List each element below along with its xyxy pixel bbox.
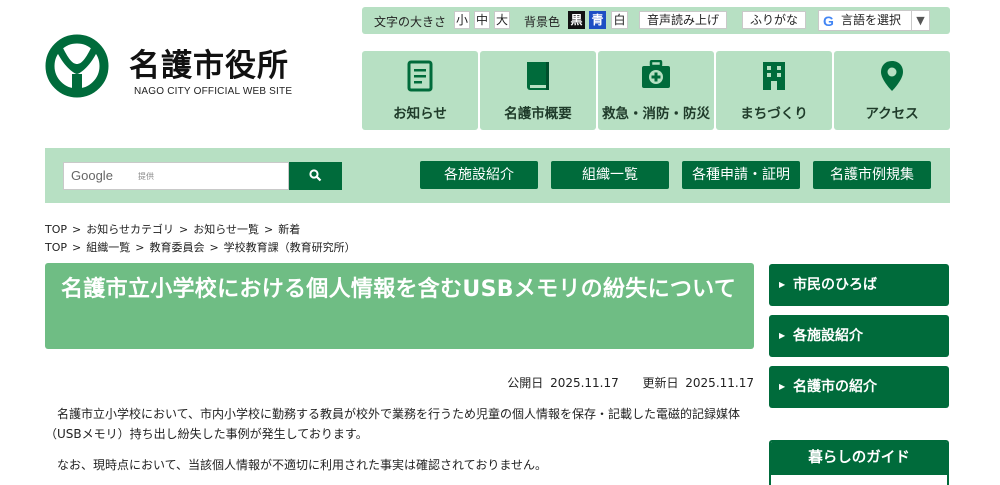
updated-label: 更新日 bbox=[642, 376, 679, 390]
site-title: 名護市役所 bbox=[129, 48, 289, 84]
nav-item-label: 救急・消防・防災 bbox=[602, 106, 710, 122]
breadcrumb-link[interactable]: 学校教育課（教育研究所） bbox=[224, 241, 356, 254]
breadcrumb-link[interactable]: 組織一覧 bbox=[86, 241, 130, 254]
breadcrumb-separator: > bbox=[209, 241, 219, 254]
sidebar-city-intro-button[interactable]: ▶ 名護市の紹介 bbox=[769, 366, 949, 408]
bg-color-label: 背景色 bbox=[524, 15, 561, 29]
nav-item-label: まちづくり bbox=[740, 106, 808, 122]
breadcrumb: TOP > お知らせカテゴリ > お知らせ一覧 > 新着 bbox=[45, 221, 300, 237]
map-pin-icon bbox=[881, 61, 903, 91]
first-aid-icon bbox=[642, 60, 670, 88]
google-g-icon: G bbox=[823, 13, 834, 29]
nav-item-label: 名護市概要 bbox=[504, 106, 572, 122]
nav-item-town-planning[interactable]: まちづくり bbox=[716, 51, 832, 130]
nav-item-news[interactable]: お知らせ bbox=[362, 51, 478, 130]
font-size-label: 文字の大きさ bbox=[374, 15, 447, 29]
nav-item-emergency[interactable]: 救急・消防・防災 bbox=[598, 51, 714, 130]
nav-item-label: お知らせ bbox=[393, 106, 447, 122]
breadcrumb-current: 新着 bbox=[278, 223, 301, 236]
bg-black-button[interactable]: 黒 bbox=[568, 11, 585, 29]
article-paragraph: 名護市立小学校において、市内小学校に勤務する教員が校外で業務を行うため児童の個人… bbox=[45, 407, 741, 441]
site-subtitle: NAGO CITY OFFICIAL WEB SITE bbox=[134, 86, 293, 97]
search-icon bbox=[309, 169, 322, 182]
translate-select[interactable]: G 言語を選択 ▼ bbox=[818, 10, 930, 31]
breadcrumb: TOP > 組織一覧 > 教育委員会 > 学校教育課（教育研究所） bbox=[45, 239, 356, 255]
chevron-down-icon: ▼ bbox=[911, 11, 929, 30]
updated-date: 2025.11.17 bbox=[685, 376, 754, 390]
living-guide-title: 暮らしのガイド bbox=[771, 442, 947, 475]
published-date: 2025.11.17 bbox=[550, 376, 619, 390]
breadcrumb-separator: > bbox=[72, 241, 82, 254]
breadcrumb-link[interactable]: 教育委員会 bbox=[149, 241, 204, 254]
book-icon bbox=[527, 62, 549, 90]
city-emblem-icon bbox=[45, 34, 109, 98]
bg-white-button[interactable]: 白 bbox=[611, 11, 628, 29]
triangle-right-icon: ▶ bbox=[779, 331, 786, 340]
font-size-large-button[interactable]: 大 bbox=[494, 11, 510, 29]
google-brand: Google bbox=[71, 168, 113, 183]
sidebar-button-label: 名護市の紹介 bbox=[793, 379, 877, 395]
nav-item-label: アクセス bbox=[865, 106, 919, 122]
sidebar-button-label: 各施設紹介 bbox=[793, 328, 863, 344]
published-label: 公開日 bbox=[507, 376, 544, 390]
page-title: 名護市立小学校における個人情報を含むUSBメモリの紛失について bbox=[61, 277, 737, 302]
triangle-right-icon: ▶ bbox=[779, 280, 786, 289]
building-icon bbox=[763, 62, 785, 90]
document-icon bbox=[407, 60, 433, 92]
applications-button[interactable]: 各種申請・証明 bbox=[682, 161, 800, 189]
nav-item-overview[interactable]: 名護市概要 bbox=[480, 51, 596, 130]
search-band: Google 提供 各施設紹介 組織一覧 各種申請・証明 名護市例規集 bbox=[45, 148, 950, 203]
breadcrumb-link[interactable]: お知らせカテゴリ bbox=[86, 223, 174, 236]
sidebar-button-label: 市民のひろば bbox=[793, 277, 877, 293]
city-ordinances-button[interactable]: 名護市例規集 bbox=[813, 161, 931, 189]
utility-bar: 文字の大きさ 小 中 大 背景色 黒 青 白 音声読み上げ ふりがな G 言語を… bbox=[362, 7, 950, 34]
organization-list-button[interactable]: 組織一覧 bbox=[551, 161, 669, 189]
font-size-medium-button[interactable]: 中 bbox=[474, 11, 490, 29]
breadcrumb-link[interactable]: お知らせ一覧 bbox=[193, 223, 259, 236]
article-dates: 公開日 2025.11.17 更新日 2025.11.17 bbox=[504, 374, 754, 391]
article-paragraph: なお、現時点において、当該個人情報が不適切に利用された事実は確認されておりません… bbox=[57, 458, 547, 472]
bg-blue-button[interactable]: 青 bbox=[589, 11, 606, 29]
sidebar-citizens-plaza-button[interactable]: ▶ 市民のひろば bbox=[769, 264, 949, 306]
breadcrumb-separator: > bbox=[264, 223, 274, 236]
font-size-small-button[interactable]: 小 bbox=[454, 11, 470, 29]
breadcrumb-link[interactable]: TOP bbox=[45, 241, 67, 254]
breadcrumb-separator: > bbox=[72, 223, 82, 236]
facilities-button[interactable]: 各施設紹介 bbox=[420, 161, 538, 189]
read-aloud-button[interactable]: 音声読み上げ bbox=[639, 11, 727, 29]
nav-item-access[interactable]: アクセス bbox=[834, 51, 950, 130]
living-guide-panel: 暮らしのガイド bbox=[769, 440, 949, 485]
breadcrumb-separator: > bbox=[179, 223, 189, 236]
page-title-box: 名護市立小学校における個人情報を含むUSBメモリの紛失について bbox=[45, 263, 754, 349]
breadcrumb-separator: > bbox=[135, 241, 145, 254]
furigana-button[interactable]: ふりがな bbox=[742, 11, 806, 29]
search-button[interactable] bbox=[289, 162, 342, 190]
search-input[interactable]: Google 提供 bbox=[63, 162, 289, 190]
google-provided: 提供 bbox=[138, 172, 154, 181]
sidebar-facilities-button[interactable]: ▶ 各施設紹介 bbox=[769, 315, 949, 357]
translate-label: 言語を選択 bbox=[841, 13, 902, 27]
triangle-right-icon: ▶ bbox=[779, 382, 786, 391]
global-nav: お知らせ 名護市概要 救急・消防・防災 まちづくり アクセス bbox=[362, 51, 950, 130]
breadcrumb-link[interactable]: TOP bbox=[45, 223, 67, 236]
